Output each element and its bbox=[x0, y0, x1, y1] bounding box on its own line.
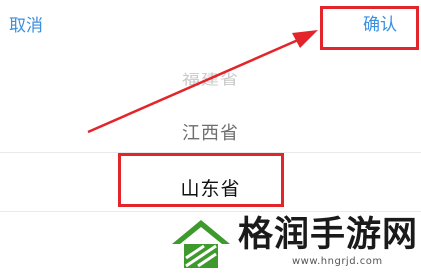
picker-option[interactable]: 福建省 bbox=[0, 69, 421, 89]
selection-highlight-box bbox=[118, 153, 284, 207]
picker-option[interactable]: 江西省 bbox=[0, 119, 421, 145]
cancel-button[interactable]: 取消 bbox=[9, 14, 43, 38]
brand-logo-icon bbox=[172, 220, 230, 268]
confirm-highlight-box bbox=[320, 6, 419, 50]
watermark-brand: 格润手游网 bbox=[238, 215, 419, 255]
picker-screen: 取消 确认 福建省 江西省 山东省 格润手游网 www.hngrjd.com bbox=[0, 0, 421, 273]
watermark-url: www.hngrjd.com bbox=[292, 256, 383, 267]
